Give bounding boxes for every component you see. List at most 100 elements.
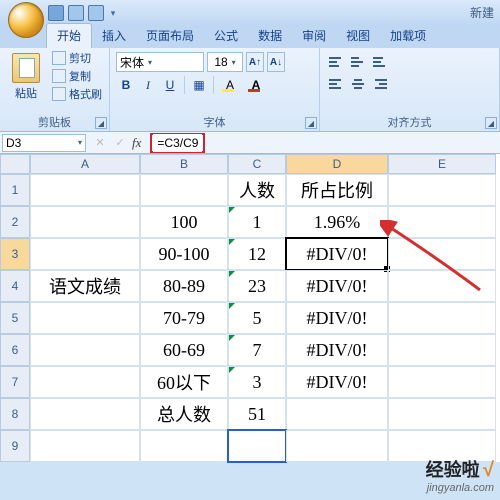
font-color-button[interactable]: A [244,75,268,95]
italic-button[interactable]: I [138,75,158,95]
cancel-icon[interactable]: ✕ [92,135,108,151]
tab-layout[interactable]: 页面布局 [136,24,204,48]
cell-E4[interactable] [388,270,496,302]
cell-D2[interactable]: 1.96% [286,206,388,238]
col-D[interactable]: D [286,154,388,174]
cell-D7[interactable]: #DIV/0! [286,366,388,398]
cell-B4[interactable]: 80-89 [140,270,228,302]
row-9[interactable]: 9 [0,430,30,462]
cell-A3[interactable] [30,238,140,270]
cell-B7[interactable]: 60以下 [140,366,228,398]
format-painter-button[interactable]: 格式刷 [52,86,102,102]
row-6[interactable]: 6 [0,334,30,366]
cell-A7[interactable] [30,366,140,398]
cell-A4[interactable]: 语文成绩 [30,270,140,302]
cell-C8[interactable]: 51 [228,398,286,430]
copy-button[interactable]: 复制 [52,68,102,84]
cell-D5[interactable]: #DIV/0! [286,302,388,334]
tab-addin[interactable]: 加载项 [380,24,436,48]
grow-font-button[interactable]: A↑ [246,52,264,72]
cell-D4[interactable]: #DIV/0! [286,270,388,302]
align-launcher-icon[interactable]: ◢ [485,117,497,129]
cell-B2[interactable]: 100 [140,206,228,238]
cell-C1[interactable]: 人数 [228,174,286,206]
cell-B9[interactable] [140,430,228,462]
cell-A5[interactable] [30,302,140,334]
row-8[interactable]: 8 [0,398,30,430]
fill-color-button[interactable]: A [218,75,242,95]
tab-formula[interactable]: 公式 [204,24,248,48]
cell-A2[interactable] [30,206,140,238]
cell-E5[interactable] [388,302,496,334]
clipboard-launcher-icon[interactable]: ◢ [95,117,107,129]
col-A[interactable]: A [30,154,140,174]
align-top-button[interactable] [326,52,346,72]
cell-C2[interactable]: 1 [228,206,286,238]
cell-B6[interactable]: 60-69 [140,334,228,366]
cell-B8[interactable]: 总人数 [140,398,228,430]
cell-A1[interactable] [30,174,140,206]
align-right-button[interactable] [370,74,390,94]
cell-E2[interactable] [388,206,496,238]
formula-input[interactable]: =C3/C9 [153,134,202,152]
cell-E3[interactable] [388,238,496,270]
cell-C5[interactable]: 5 [228,302,286,334]
col-C[interactable]: C [228,154,286,174]
cell-E8[interactable] [388,398,496,430]
font-launcher-icon[interactable]: ◢ [305,117,317,129]
cell-E6[interactable] [388,334,496,366]
cut-button[interactable]: 剪切 [52,50,102,66]
row-4[interactable]: 4 [0,270,30,302]
row-2[interactable]: 2 [0,206,30,238]
align-bottom-button[interactable] [370,52,390,72]
row-7[interactable]: 7 [0,366,30,398]
cell-E1[interactable] [388,174,496,206]
bold-button[interactable]: B [116,75,136,95]
border-button[interactable]: ▦ [189,75,209,95]
cell-D6[interactable]: #DIV/0! [286,334,388,366]
cell-D8[interactable] [286,398,388,430]
cell-C9[interactable] [228,430,286,462]
tab-insert[interactable]: 插入 [92,24,136,48]
underline-button[interactable]: U [160,75,180,95]
row-1[interactable]: 1 [0,174,30,206]
undo-icon[interactable] [68,5,84,21]
cell-C7[interactable]: 3 [228,366,286,398]
cell-E7[interactable] [388,366,496,398]
enter-icon[interactable]: ✓ [112,135,128,151]
tab-view[interactable]: 视图 [336,24,380,48]
qat-dropdown-icon[interactable]: ▾ [108,6,118,20]
font-name-combo[interactable]: 宋体▾ [116,52,204,72]
col-B[interactable]: B [140,154,228,174]
cell-C6[interactable]: 7 [228,334,286,366]
office-button[interactable] [8,2,44,38]
tab-review[interactable]: 审阅 [292,24,336,48]
row-3[interactable]: 3 [0,238,30,270]
cell-B5[interactable]: 70-79 [140,302,228,334]
shrink-font-button[interactable]: A↓ [267,52,285,72]
cell-B1[interactable] [140,174,228,206]
row-5[interactable]: 5 [0,302,30,334]
save-icon[interactable] [48,5,64,21]
cell-B3[interactable]: 90-100 [140,238,228,270]
redo-icon[interactable] [88,5,104,21]
name-box[interactable]: D3▾ [2,134,86,152]
cell-D9[interactable] [286,430,388,462]
cell-C4[interactable]: 23 [228,270,286,302]
fx-icon[interactable]: fx [132,135,141,151]
cell-C3[interactable]: 12 [228,238,286,270]
align-center-button[interactable] [348,74,368,94]
cell-A9[interactable] [30,430,140,462]
align-left-button[interactable] [326,74,346,94]
cell-A8[interactable] [30,398,140,430]
align-middle-button[interactable] [348,52,368,72]
tab-start[interactable]: 开始 [46,23,92,48]
paste-button[interactable]: 粘贴 [6,50,46,110]
font-size-combo[interactable]: 18▾ [207,52,243,72]
cell-D1[interactable]: 所占比例 [286,174,388,206]
select-all-corner[interactable] [0,154,30,174]
tab-data[interactable]: 数据 [248,24,292,48]
cell-A6[interactable] [30,334,140,366]
cell-D3[interactable]: #DIV/0! [286,238,388,270]
col-E[interactable]: E [388,154,496,174]
